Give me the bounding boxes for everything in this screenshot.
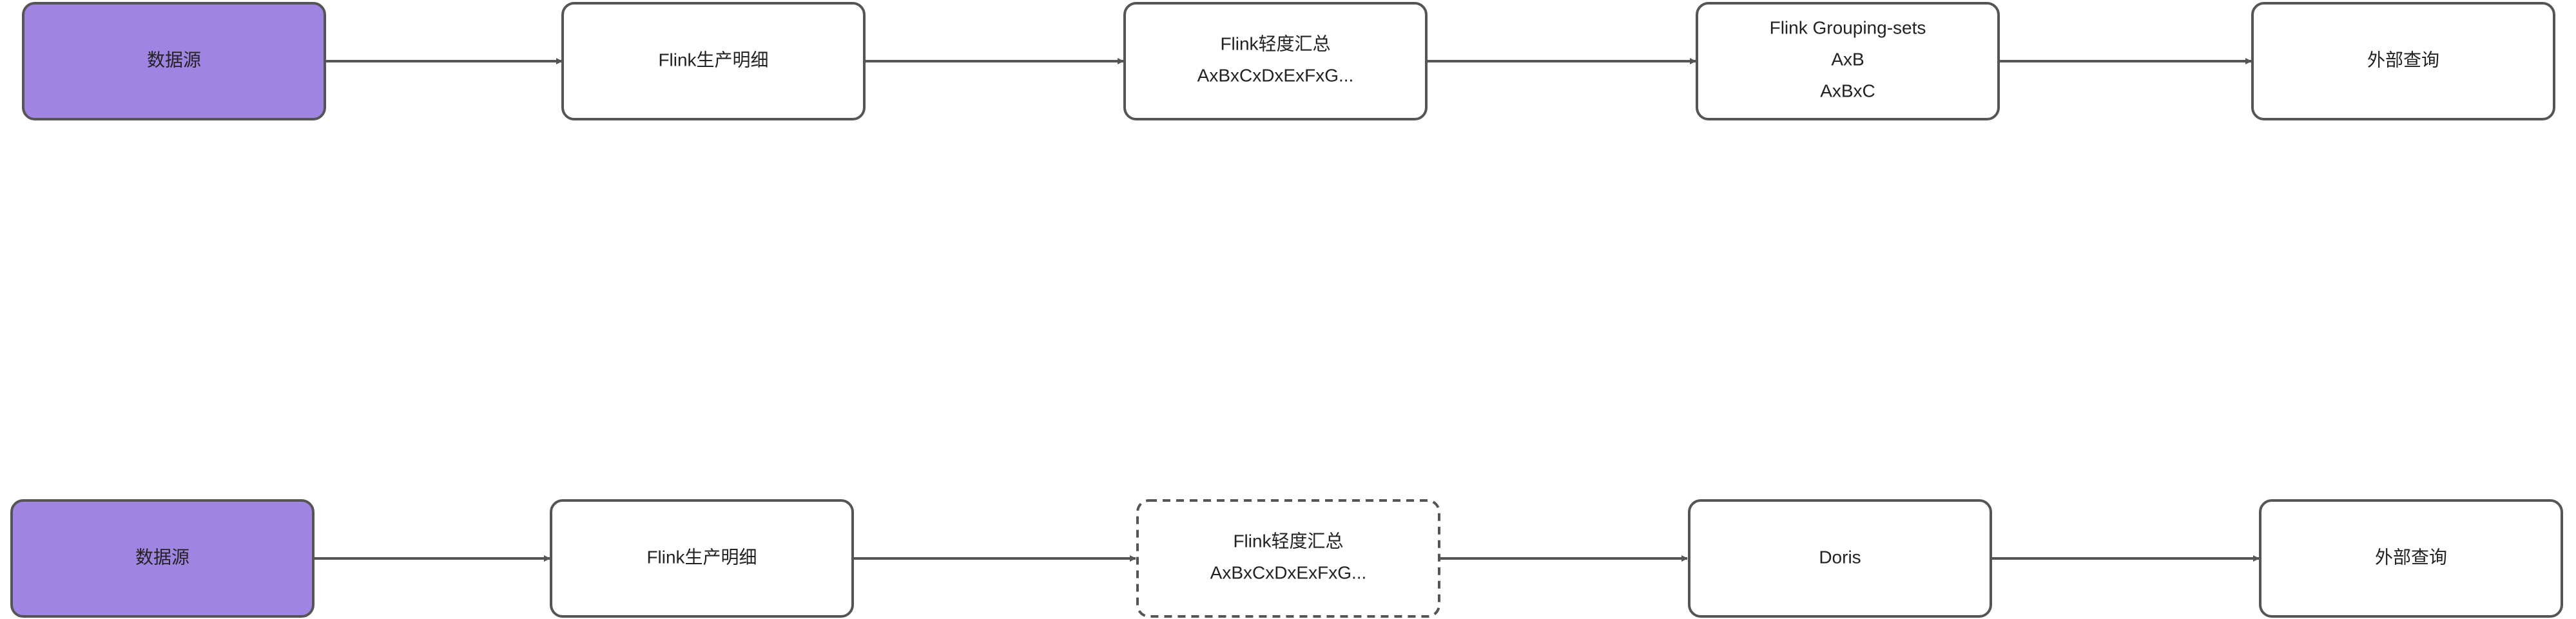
row2-external-query-node: 外部查询 — [2259, 499, 2563, 618]
row1-flink-detail-node: Flink生产明细 — [561, 2, 866, 120]
row2-flink-detail-node: Flink生产明细 — [550, 499, 854, 618]
row2-doris-node: Doris — [1688, 499, 1992, 618]
row1-source-node: 数据源 — [22, 2, 326, 120]
row1-flink-grouping-sets-node: Flink Grouping-sets AxB AxBxC — [1696, 2, 2000, 120]
row2-source-label: 数据源 — [135, 547, 189, 567]
row1-external-query-label: 外部查询 — [2367, 50, 2439, 70]
row2-light-summary-title: Flink轻度汇总 — [1233, 531, 1343, 551]
row1-light-summary-dims: AxBxCxDxExFxG... — [1197, 65, 1354, 85]
row1-flink-detail-label: Flink生产明细 — [658, 50, 768, 70]
row1-external-query-node: 外部查询 — [2251, 2, 2555, 120]
row1-grouping-sets-dim-2: AxBxC — [1820, 81, 1875, 100]
row2-light-summary-dims: AxBxCxDxExFxG... — [1210, 562, 1367, 582]
row1-source-label: 数据源 — [147, 50, 201, 70]
row1-grouping-sets-dim-1: AxB — [1831, 49, 1864, 69]
row1-flink-light-summary-node: Flink轻度汇总 AxBxCxDxExFxG... — [1123, 2, 1428, 120]
row2-doris-label: Doris — [1819, 547, 1861, 567]
flow-diagram: 数据源 Flink生产明细 Flink轻度汇总 AxBxCxDxExFxG...… — [10, 2, 2563, 618]
row1-grouping-sets-title: Flink Grouping-sets — [1770, 17, 1926, 37]
row2-source-node: 数据源 — [10, 499, 315, 618]
row2-flink-detail-label: Flink生产明细 — [646, 547, 757, 567]
row1-light-summary-title: Flink轻度汇总 — [1220, 33, 1330, 53]
row2-flink-light-summary-node: Flink轻度汇总 AxBxCxDxExFxG... — [1136, 499, 1440, 618]
row2-external-query-label: 外部查询 — [2375, 547, 2447, 567]
